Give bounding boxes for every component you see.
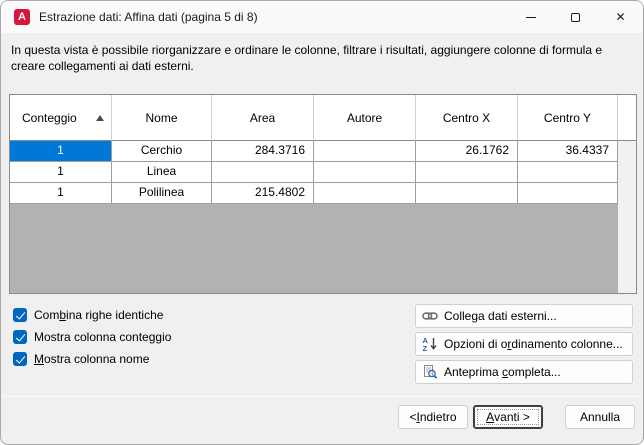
link-icon [422,308,438,324]
checkbox-combine-identical-rows[interactable]: Combina righe identiche [13,307,163,323]
table-cell[interactable]: 36.4337 [518,141,618,162]
dialog-window: A Estrazione dati: Affina dati (pagina 5… [0,0,644,445]
titlebar: A Estrazione dati: Affina dati (pagina 5… [1,1,643,33]
table-cell[interactable] [212,162,314,183]
checkbox-checked-icon [13,352,27,366]
table-cell[interactable]: 215.4802 [212,183,314,204]
column-header-centro-x[interactable]: Centro X [416,95,518,141]
close-button[interactable] [598,1,643,33]
column-header-centro-y[interactable]: Centro Y [518,95,618,141]
back-button[interactable]: < Indietro [398,405,468,429]
sort-ascending-icon [96,115,104,121]
table-cell-selected[interactable]: 1 [10,141,112,162]
table-cell[interactable] [416,183,518,204]
full-preview-button[interactable]: Anteprima completa... [415,360,633,384]
table-cell[interactable]: 284.3716 [212,141,314,162]
column-header-autore[interactable]: Autore [314,95,416,141]
table-cell[interactable]: Polilinea [112,183,212,204]
window-controls [508,1,643,33]
button-label: Opzioni di ordinamento colonne... [444,337,623,351]
maximize-button[interactable] [553,1,598,33]
table-cell[interactable] [314,162,416,183]
grid-header-row: Conteggio Nome Area Autore Centro X Cent… [10,95,636,141]
svg-text:Z: Z [423,344,428,352]
data-grid: Conteggio Nome Area Autore Centro X Cent… [9,94,637,294]
table-row: 1 Linea [10,162,618,183]
table-cell[interactable] [314,183,416,204]
checkbox-checked-icon [13,308,27,322]
table-cell[interactable]: 1 [10,162,112,183]
link-external-data-button[interactable]: Collega dati esterni... [415,304,633,328]
table-vertical-scrollbar[interactable] [618,141,636,293]
checkbox-checked-icon [13,330,27,344]
button-label: Collega dati esterni... [444,309,557,323]
scrollbar-header-stub [618,95,636,141]
description-text: In questa vista è possibile riorganizzar… [11,42,627,74]
table-cell[interactable]: Linea [112,162,212,183]
table-row: 1 Cerchio 284.3716 26.1762 36.4337 [10,141,618,162]
table-cell[interactable]: 1 [10,183,112,204]
maximize-icon [571,13,580,22]
checkbox-label: Combina righe identiche [34,308,163,322]
checkbox-show-name-column[interactable]: Mostra colonna nome [13,351,149,367]
table-cell[interactable]: Cerchio [112,141,212,162]
button-label: Anteprima completa... [444,365,561,379]
checkbox-label: Mostra colonna conteggio [34,330,171,344]
checkbox-show-count-column[interactable]: Mostra colonna conteggio [13,329,171,345]
table-cell[interactable] [416,162,518,183]
checkbox-label: Mostra colonna nome [34,352,149,366]
sort-az-icon: A Z [422,336,438,352]
table-cell[interactable]: 26.1762 [416,141,518,162]
next-button[interactable]: Avanti > [473,405,543,429]
column-header-nome[interactable]: Nome [112,95,212,141]
preview-icon [422,364,438,380]
column-header-conteggio[interactable]: Conteggio [10,95,112,141]
cancel-button[interactable]: Annulla [565,405,635,429]
window-title: Estrazione dati: Affina dati (pagina 5 d… [39,10,258,24]
autocad-logo-icon: A [14,9,30,25]
table-row: 1 Polilinea 215.4802 [10,183,618,204]
minimize-button[interactable] [508,1,553,33]
table-cell[interactable] [518,162,618,183]
sort-columns-options-button[interactable]: A Z Opzioni di ordinamento colonne... [415,332,633,356]
close-icon [615,8,625,26]
column-header-area[interactable]: Area [212,95,314,141]
table-cell[interactable] [314,141,416,162]
footer-separator [1,396,643,397]
minimize-icon [526,17,536,18]
table-cell[interactable] [518,183,618,204]
